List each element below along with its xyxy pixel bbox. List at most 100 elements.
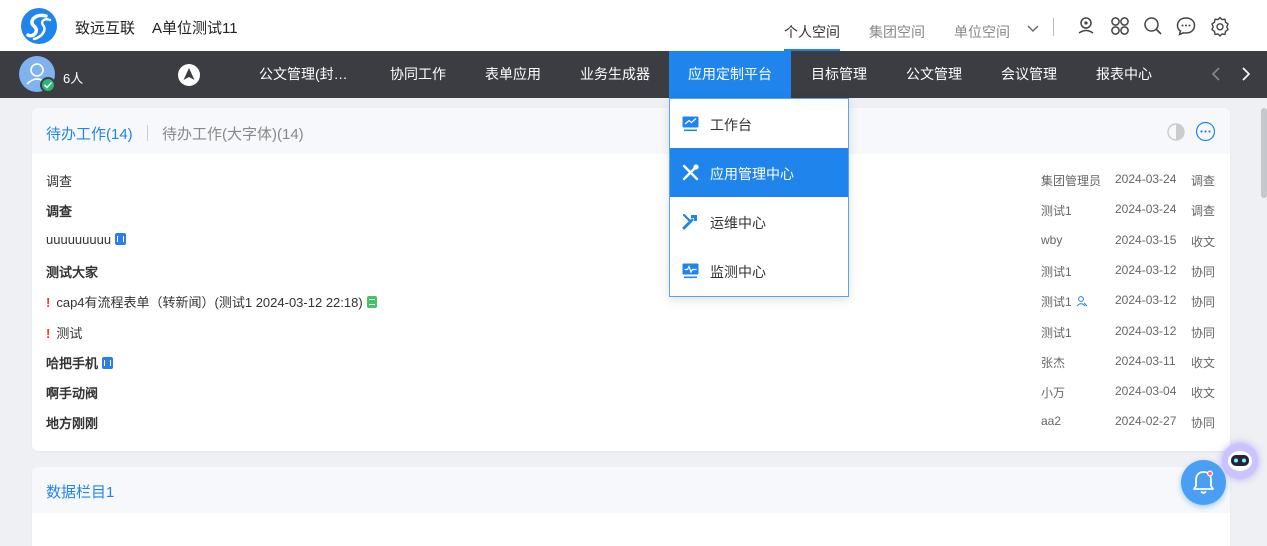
todo-sender-text: 测试1 [1041,264,1072,279]
todo-panel-header: 待办工作(14) 待办工作(大字体)(14) [32,108,1230,154]
urgent-icon: ! [46,295,51,311]
monitor-icon [682,116,699,132]
tab-group-space[interactable]: 集团空间 [869,22,925,42]
todo-title[interactable]: ! 测试 [46,323,82,342]
todo-type: 收文 [1191,386,1216,401]
data-section-title[interactable]: 数据栏目1 [46,481,114,502]
todo-title[interactable]: 哈把手机 [46,353,114,372]
dropdown-item-monitoring-center[interactable]: 监测中心 [670,246,848,295]
todo-sender-text: 测试1 [1041,204,1072,219]
nav-item-form-apps[interactable]: 表单应用 [485,51,541,98]
table-row[interactable]: 调查 测试1 2024-03-24 调查 [46,194,1221,224]
wrench-icon [682,213,697,230]
nav-item-goal-management[interactable]: 目标管理 [811,51,867,98]
chevron-left-icon[interactable] [1208,65,1226,83]
todo-sender: 测试1 [1041,202,1072,219]
nav-item-doc-management[interactable]: 公文管理 [906,51,962,98]
nav-item-app-customization[interactable]: 应用定制平台 [669,51,791,98]
table-row[interactable]: 哈把手机 张杰 2024-03-11 收文 [46,346,1221,376]
dropdown-item-workbench[interactable]: 工作台 [670,99,848,148]
location-pin-icon[interactable] [1075,15,1097,37]
unit-name[interactable]: A单位测试11 [152,17,238,38]
todo-date: 2024-03-12 [1115,323,1177,338]
chevron-down-icon[interactable] [1025,20,1041,36]
todo-title-text: 地方刚刚 [46,416,99,432]
table-row[interactable]: 调查 集团管理员 2024-03-24 调查 [46,164,1221,194]
contrast-icon[interactable] [1166,122,1186,142]
table-row[interactable]: 测试大家 测试1 2024-03-12 协同 [46,255,1221,285]
table-row[interactable]: 啊手动阀 小万 2024-03-04 收文 [46,376,1221,406]
notification-button[interactable] [1181,460,1226,505]
todo-sender-text: 测试1 [1041,295,1072,310]
todo-title-text: 测试 [56,325,83,341]
online-count[interactable]: 6人 [63,68,83,87]
todo-title[interactable]: 调查 [46,201,72,220]
company-logo-icon[interactable] [20,7,58,45]
apps-icon[interactable] [1109,15,1131,37]
todo-title[interactable]: 调查 [46,171,72,190]
dropdown-item-label: 工作台 [710,117,752,133]
tab-personal-space[interactable]: 个人空间 [784,22,840,51]
tab-todo-large-font[interactable]: 待办工作(大字体)(14) [162,123,304,144]
todo-type: 调查 [1191,204,1216,219]
app-customization-dropdown: 工作台 应用管理中心 运维中心 监测中心 [669,98,849,297]
tab-todo[interactable]: 待办工作(14) [46,123,133,144]
dropdown-item-label: 监测中心 [710,264,766,280]
app-logo-icon[interactable] [177,63,201,87]
table-row[interactable]: ! 测试 测试1 2024-03-12 协同 [46,316,1221,346]
todo-title[interactable]: uuuuuuuuu [46,232,127,247]
table-row[interactable]: uuuuuuuuu wby 2024-03-15 收文 [46,225,1221,255]
todo-date: 2024-03-12 [1115,293,1177,308]
nav-item-business-generator[interactable]: 业务生成器 [580,51,650,98]
todo-title[interactable]: ! cap4有流程表单（转新闻）(测试1 2024-03-12 22:18) [46,292,377,311]
todo-title-text: 调查 [46,204,73,220]
dropdown-item-ops-center[interactable]: 运维中心 [670,197,848,246]
search-icon[interactable] [1142,15,1164,37]
data-section-header: 数据栏目1 [32,467,1230,513]
todo-date: 2024-02-27 [1115,414,1177,429]
todo-sender: 测试1 [1041,324,1072,341]
todo-title[interactable]: 啊手动阀 [46,383,98,402]
page-scrollbar[interactable] [1261,108,1267,198]
todo-sender: 张杰 [1041,354,1065,371]
todo-date: 2024-03-24 [1115,202,1177,217]
todo-sender: 小万 [1041,384,1065,401]
dropdown-item-label: 应用管理中心 [710,166,794,182]
chevron-right-icon[interactable] [1237,65,1255,83]
chat-icon[interactable] [1175,15,1197,37]
todo-title[interactable]: 测试大家 [46,262,98,281]
dropdown-item-label: 运维中心 [710,215,766,231]
nav-item-collaboration[interactable]: 协同工作 [390,51,446,98]
todo-type: 收文 [1191,355,1216,370]
todo-sender: 集团管理员 [1041,172,1101,189]
todo-sender-text: 测试1 [1041,325,1072,340]
word-document-icon [102,356,114,369]
todo-title-text: 哈把手机 [46,355,99,371]
delegate-person-icon [1076,296,1088,307]
todo-date: 2024-03-15 [1115,232,1177,247]
header-divider [1053,18,1054,36]
table-row[interactable]: ! cap4有流程表单（转新闻）(测试1 2024-03-12 22:18) 测试1… [46,285,1221,315]
ai-assistant-button[interactable] [1222,443,1258,479]
nav-item-doc-management-sealed[interactable]: 公文管理(封… [259,51,348,98]
nav-item-report-center[interactable]: 报表中心 [1096,51,1152,98]
settings-icon[interactable] [1209,15,1231,37]
todo-sender: 测试1 [1041,263,1072,280]
todo-title-text: 调查 [46,174,73,189]
tab-unit-space[interactable]: 单位空间 [954,22,1010,42]
nav-item-meeting-management[interactable]: 会议管理 [1001,51,1057,98]
table-row[interactable]: 地方刚刚 aa2 2024-02-27 协同 [46,406,1221,436]
todo-date: 2024-03-12 [1115,262,1177,277]
todo-panel: 待办工作(14) 待办工作(大字体)(14) 调查 集团管理员 2024-03-24… [32,108,1230,451]
todo-sender: 测试1 [1041,293,1088,310]
todo-type: 协同 [1191,264,1216,279]
more-options-icon[interactable] [1195,121,1216,142]
todo-type: 收文 [1191,234,1216,249]
tools-icon [682,164,699,181]
main-nav-bar: 6人 公文管理(封… 协同工作 表单应用 业务生成器 应用定制平台 目标管理 公… [0,51,1267,98]
todo-type: 调查 [1191,174,1216,188]
todo-title[interactable]: 地方刚刚 [46,413,98,432]
dropdown-item-app-management-center[interactable]: 应用管理中心 [670,148,848,197]
todo-sender-text: 小万 [1041,386,1066,401]
robot-icon [1228,451,1252,471]
